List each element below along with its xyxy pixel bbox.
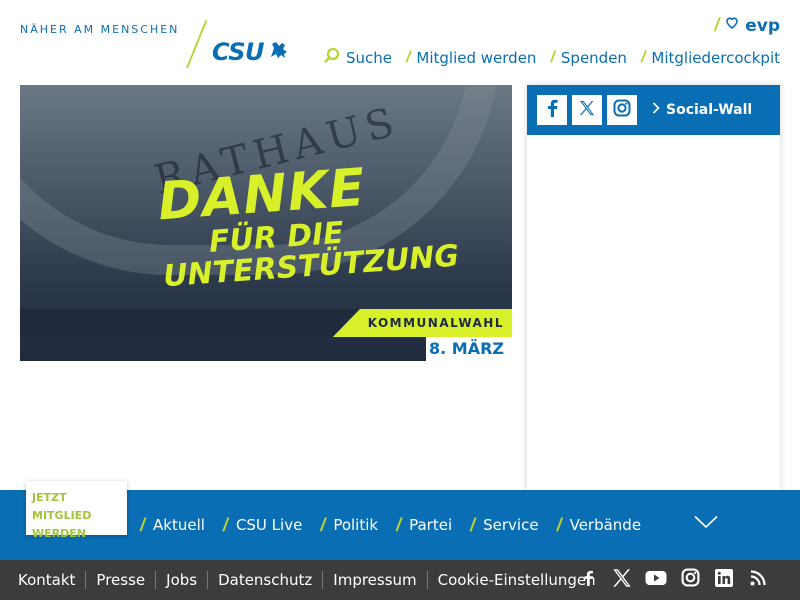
donate-link[interactable]: / Spenden: [550, 49, 627, 67]
slash-icon: /: [556, 514, 562, 535]
footer-facebook-link[interactable]: [578, 570, 598, 590]
footer-linkedin-link[interactable]: [714, 568, 734, 592]
facebook-icon: [581, 568, 595, 593]
member-cockpit-label: Mitgliedercockpit: [651, 48, 780, 67]
nav-item-partei[interactable]: / Partei: [396, 515, 452, 536]
top-navigation: Suche / Mitglied werden / Spenden / Mitg…: [324, 47, 780, 68]
social-wall-link[interactable]: Social-Wall: [652, 102, 752, 118]
nav-item-label: Verbände: [569, 516, 642, 534]
footer-links: Kontakt Presse Jobs Datenschutz Impressu…: [8, 560, 606, 600]
linkedin-icon: [715, 568, 733, 592]
csu-logo[interactable]: CSU: [212, 38, 290, 66]
header-divider: [186, 20, 208, 68]
join-now-button[interactable]: JETZT MITGLIED WERDEN: [26, 481, 127, 540]
slash-icon: /: [222, 514, 228, 535]
nav-item-label: Service: [483, 516, 539, 534]
evp-slash: /: [714, 15, 720, 35]
member-cockpit-link[interactable]: / Mitgliedercockpit: [641, 49, 780, 67]
evp-logo[interactable]: / evp: [714, 15, 780, 36]
chevron-down-icon: [694, 515, 718, 533]
nav-item-service[interactable]: / Service: [470, 515, 538, 536]
slash-icon: /: [470, 514, 476, 535]
x-icon: [579, 100, 595, 121]
hero-banner-strip-shade: [20, 309, 360, 337]
slash-icon: /: [140, 514, 146, 535]
csu-logo-text: CSU: [212, 38, 265, 66]
social-wall-header: Social-Wall: [527, 85, 780, 135]
hero-subline: KOMMUNALWAHL: [367, 316, 504, 330]
footer-link-datenschutz[interactable]: Datenschutz: [207, 571, 322, 589]
nav-item-label: Politik: [333, 516, 379, 534]
hero-banner[interactable]: RATHAUS DANKE FÜR DIE UNTERSTÜTZUNG KOMM…: [20, 85, 512, 361]
footer-youtube-link[interactable]: [645, 570, 667, 591]
facebook-button[interactable]: [537, 95, 567, 125]
youtube-icon: [645, 570, 667, 591]
nav-item-label: Aktuell: [153, 516, 205, 534]
nav-item-csu-live[interactable]: / CSU Live: [223, 515, 302, 536]
facebook-icon: [544, 99, 560, 122]
rss-icon: [750, 569, 766, 591]
footer-link-presse[interactable]: Presse: [85, 571, 155, 589]
instagram-icon: [681, 568, 700, 592]
nav-expand-button[interactable]: [694, 515, 718, 534]
search-link[interactable]: Suche: [324, 47, 392, 68]
footer-instagram-link[interactable]: [680, 568, 700, 592]
footer-link-impressum[interactable]: Impressum: [322, 571, 426, 589]
slash-icon: /: [640, 48, 646, 66]
x-icon: [612, 568, 632, 593]
nav-item-label: Partei: [409, 516, 453, 534]
main-navigation: JETZT MITGLIED WERDEN / Aktuell / CSU Li…: [0, 481, 800, 560]
social-wall-label: Social-Wall: [666, 102, 753, 118]
donate-label: Spenden: [560, 48, 627, 67]
become-member-label: Mitglied werden: [416, 48, 537, 67]
slash-icon: /: [405, 48, 411, 66]
tagline: NÄHER AM MENSCHEN: [20, 23, 180, 36]
footer-x-link[interactable]: [612, 568, 632, 593]
nav-item-verbaende[interactable]: / Verbände: [557, 515, 641, 536]
heart-icon: [725, 16, 739, 35]
nav-item-label: CSU Live: [235, 516, 303, 534]
hero-date: 8. MÄRZ: [426, 337, 512, 361]
instagram-icon: [613, 99, 631, 122]
footer-rss-link[interactable]: [748, 569, 768, 591]
search-label: Suche: [345, 48, 392, 67]
slash-icon: /: [550, 48, 555, 66]
footer-link-kontakt[interactable]: Kontakt: [8, 571, 85, 589]
evp-logo-text: evp: [745, 15, 780, 36]
nav-item-politik[interactable]: / Politik: [320, 515, 378, 536]
chevron-right-icon: [652, 102, 660, 118]
bavarian-lion-icon: [268, 40, 290, 65]
become-member-link[interactable]: / Mitglied werden: [406, 49, 536, 67]
slash-icon: /: [320, 514, 326, 535]
hero-headline: DANKE FÜR DIE UNTERSTÜTZUNG: [156, 155, 460, 294]
nav-item-aktuell[interactable]: / Aktuell: [140, 515, 205, 536]
slash-icon: /: [396, 514, 402, 535]
search-icon: [324, 47, 340, 68]
footer-link-jobs[interactable]: Jobs: [155, 571, 207, 589]
social-wall-panel: Social-Wall: [527, 85, 780, 495]
main-navigation-items: / Aktuell / CSU Live / Politik / Partei …: [140, 490, 641, 560]
footer-social-icons: [578, 560, 768, 600]
instagram-button[interactable]: [607, 95, 637, 125]
footer: Kontakt Presse Jobs Datenschutz Impressu…: [0, 560, 800, 600]
x-button[interactable]: [572, 95, 602, 125]
join-now-label: JETZT MITGLIED WERDEN: [32, 491, 92, 540]
